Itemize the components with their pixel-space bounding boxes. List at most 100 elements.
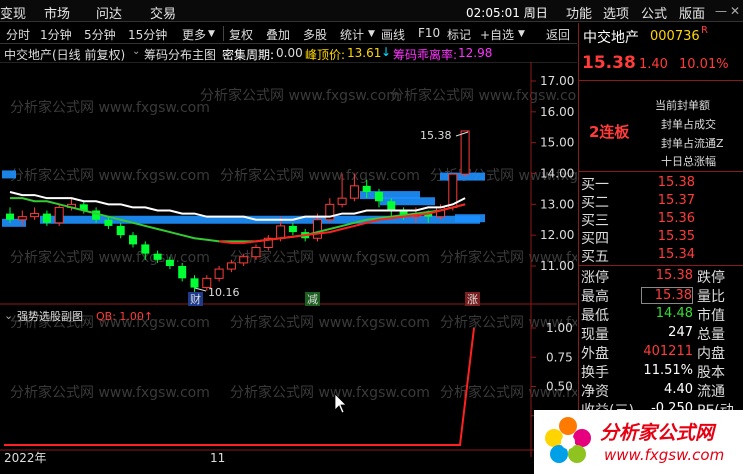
- menu-item-layout[interactable]: 版面: [679, 3, 705, 22]
- candle-body: [214, 268, 224, 279]
- indicator-name[interactable]: 筹码分布主图: [144, 46, 216, 63]
- orderbook-price: 15.34: [657, 247, 695, 262]
- watermark-text: 分析家公式网 www.fxgsw.com: [220, 167, 420, 184]
- watermark-text: 分析家公式网 www.fxgsw.com: [230, 314, 430, 331]
- stat-label-right: 量比: [697, 289, 725, 305]
- candle-body: [129, 235, 137, 245]
- candle-body: [251, 247, 261, 258]
- candle-body: [30, 213, 40, 218]
- chart-title-bar: 中交地产(日线 前复权) ⌄ 筹码分布主图 密集周期: 0.00 峰顶价: 13…: [0, 44, 577, 62]
- period-5min[interactable]: 5分钟: [84, 26, 116, 43]
- candle-body: [116, 225, 125, 236]
- period-fenshi[interactable]: 分时: [6, 26, 30, 43]
- menu-item-market[interactable]: 市场: [44, 3, 70, 22]
- stat-label-right: 流通: [697, 384, 725, 400]
- chevron-down-icon[interactable]: ⌄: [4, 309, 13, 322]
- stat-label-right: 跌停: [697, 270, 725, 286]
- watermark-text: 分析家公式网 www.fxgsw.com: [230, 384, 430, 401]
- tool-draw[interactable]: 画线: [381, 26, 405, 43]
- stock-title: 中交地产(日线 前复权): [4, 48, 126, 62]
- stat-label: 现量: [581, 327, 609, 343]
- streak-badge: 2连板: [589, 123, 630, 141]
- price-tick-label: 13.00: [540, 197, 574, 211]
- candle-body: [42, 213, 51, 223]
- period-toolbar: 分时 1分钟 5分钟 15分钟 更多 ▼ 复权 叠加 多股 统计 ▼ 画线 F1…: [0, 23, 577, 44]
- menu-item-left[interactable]: 变现: [0, 3, 26, 22]
- stock-code: 000736: [650, 29, 700, 44]
- menu-item-options[interactable]: 选项: [603, 3, 629, 22]
- price-tick-label: 12.00: [540, 228, 574, 242]
- candle-body: [54, 206, 64, 224]
- stat-label-right: 内盘: [697, 346, 725, 362]
- candle-body: [337, 197, 347, 205]
- stat-value: 4.40: [664, 382, 693, 397]
- sub-tick-label: 0.75: [546, 350, 573, 364]
- top-menu-bar: 变现 市场 问达 交易 02:05:01 周日 功能 选项 公式 版面 — ✕: [0, 0, 743, 22]
- event-marker-reduce-label: 减: [307, 293, 318, 306]
- price-tick-label: 14.00: [540, 167, 574, 181]
- candle-body: [362, 185, 371, 192]
- event-marker-limit-up-label: 涨: [467, 293, 478, 306]
- sub-tick-label: 0.50: [546, 380, 573, 394]
- tool-overlay[interactable]: 叠加: [266, 26, 290, 43]
- stat-value: 401211: [643, 344, 693, 359]
- peak-value: 13.61: [347, 46, 382, 60]
- dense-value: 0.00: [276, 46, 303, 60]
- menu-item-function[interactable]: 功能: [566, 3, 592, 22]
- watermark-text: 分析家公式网 www.fxgsw.com: [10, 384, 210, 401]
- peak-label: 峰顶价:: [305, 48, 346, 62]
- candle-body: [460, 130, 470, 175]
- tool-add-favorite[interactable]: +自选: [480, 26, 514, 43]
- menu-item-trade[interactable]: 交易: [150, 3, 176, 22]
- candle-body: [165, 259, 174, 266]
- candle-body: [226, 262, 236, 270]
- tool-f10[interactable]: F10: [418, 26, 440, 40]
- change-percent: 10.01%: [679, 57, 729, 72]
- tool-back[interactable]: 返回: [546, 26, 570, 43]
- last-price: 15.38: [582, 53, 636, 73]
- clock-display: 02:05:01 周日: [466, 6, 548, 20]
- chevron-down-icon[interactable]: ▼: [368, 29, 375, 39]
- chevron-down-icon[interactable]: ▼: [208, 29, 215, 39]
- stock-name: 中交地产: [583, 30, 639, 46]
- tool-mark[interactable]: 标记: [447, 26, 471, 43]
- chevron-down-icon[interactable]: ▼: [518, 29, 525, 39]
- price-tick-label: 15.00: [540, 136, 574, 150]
- candle-body: [17, 216, 27, 221]
- tool-multi[interactable]: 多股: [303, 26, 327, 43]
- sub-tick-label: 1.00: [546, 321, 573, 335]
- stat-value: 11.51%: [643, 363, 693, 378]
- tool-stats[interactable]: 统计: [340, 26, 364, 43]
- close-icon[interactable]: ✕: [726, 0, 743, 22]
- code-flag: R: [701, 25, 708, 36]
- period-1min[interactable]: 1分钟: [40, 26, 72, 43]
- watermark-layer: 分析家公式网 www.fxgsw.com 分析家公式网 www.fxgsw.com…: [10, 87, 577, 401]
- watermark-text: 分析家公式网 www.fxgsw.com: [10, 99, 210, 116]
- menu-item-wenda[interactable]: 问达: [96, 3, 122, 22]
- candle-body: [276, 225, 286, 239]
- chevron-down-icon[interactable]: ⌄: [132, 46, 140, 57]
- limit-info-ratio-float: 封单占流通Z: [661, 137, 724, 150]
- candle-body: [387, 201, 396, 211]
- divider: [579, 80, 743, 81]
- stat-label: 外盘: [581, 346, 609, 362]
- stat-value: 15.38: [641, 287, 693, 304]
- stat-label-right: 股本: [697, 365, 725, 381]
- price-change: 1.40: [639, 57, 668, 72]
- event-marker-finance-label: 财: [190, 292, 201, 306]
- orderbook-price: 15.37: [657, 193, 695, 208]
- period-15min[interactable]: 15分钟: [128, 26, 167, 43]
- dense-label: 密集周期:: [222, 48, 275, 62]
- stat-label: 最高: [581, 289, 609, 305]
- logo-block: 分析家公式网 www.fxgsw.com: [534, 410, 743, 474]
- stat-value: 247: [668, 325, 693, 340]
- tool-fuquan[interactable]: 复权: [229, 26, 253, 43]
- menu-item-formula[interactable]: 公式: [641, 3, 667, 22]
- kline-chart-area[interactable]: 分析家公式网 www.fxgsw.com 分析家公式网 www.fxgsw.com…: [0, 62, 577, 474]
- price-tick-label: 16.00: [540, 105, 574, 119]
- candle-body: [104, 219, 113, 226]
- stat-label: 涨停: [581, 270, 609, 286]
- orderbook-price: 15.35: [657, 229, 695, 244]
- period-more[interactable]: 更多: [182, 26, 206, 43]
- divider: [223, 26, 224, 41]
